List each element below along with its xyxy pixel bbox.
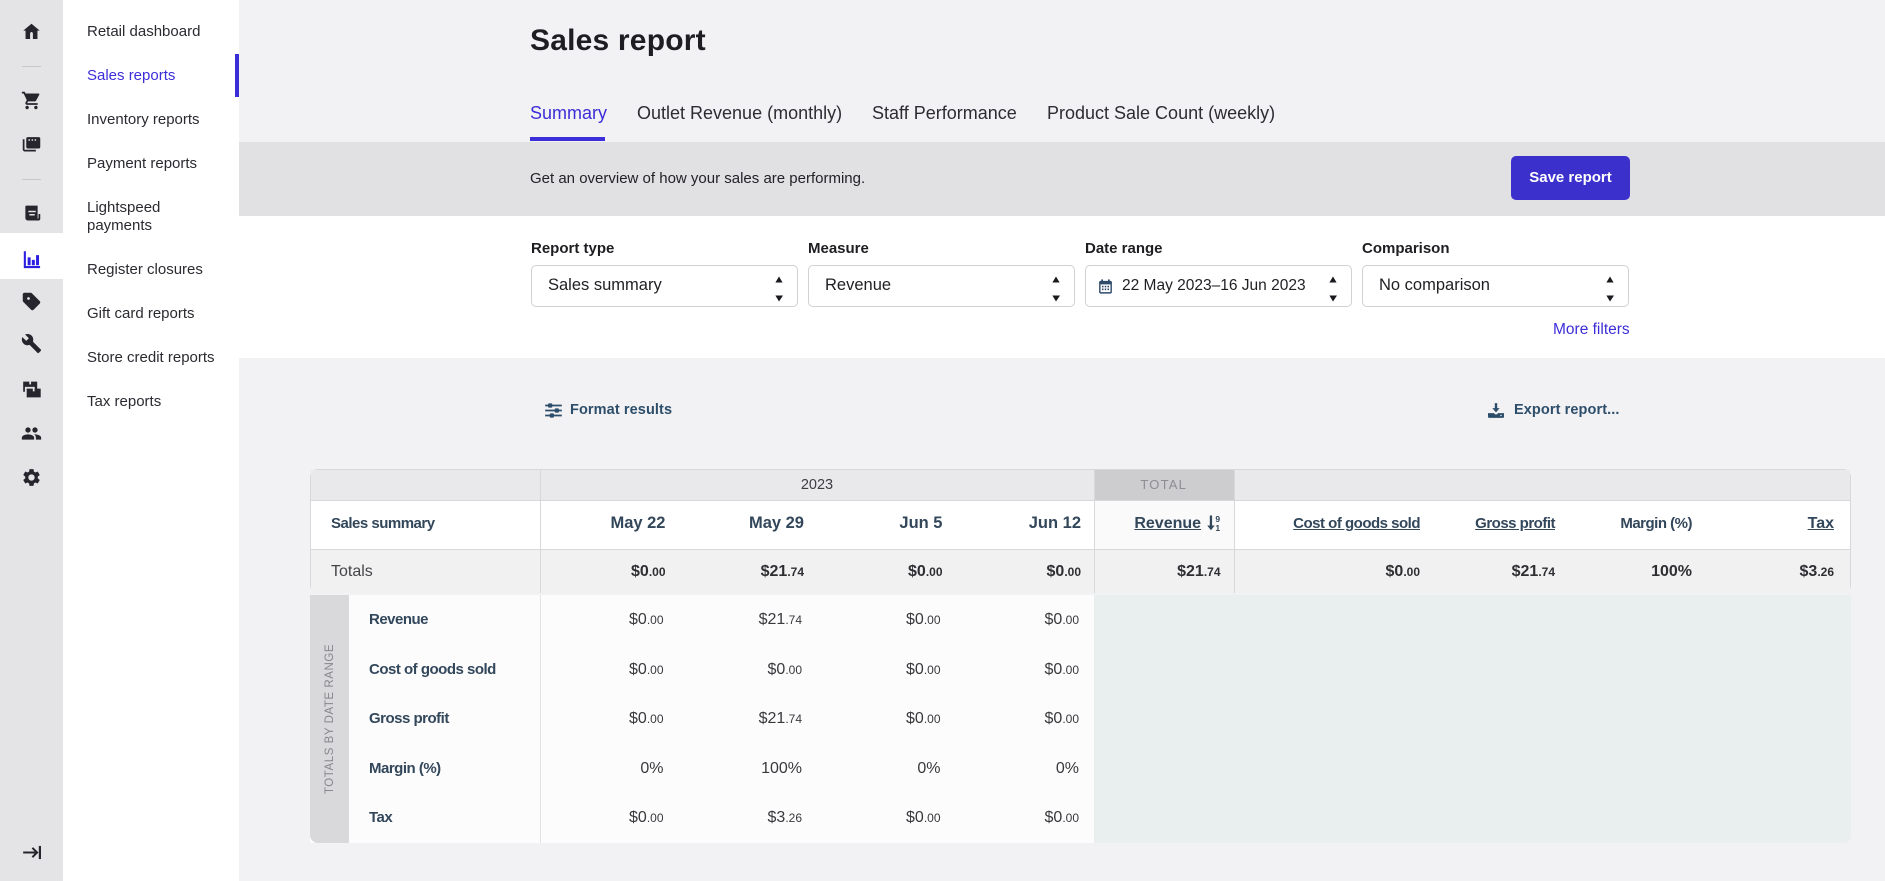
- svg-text:1: 1: [1215, 523, 1220, 531]
